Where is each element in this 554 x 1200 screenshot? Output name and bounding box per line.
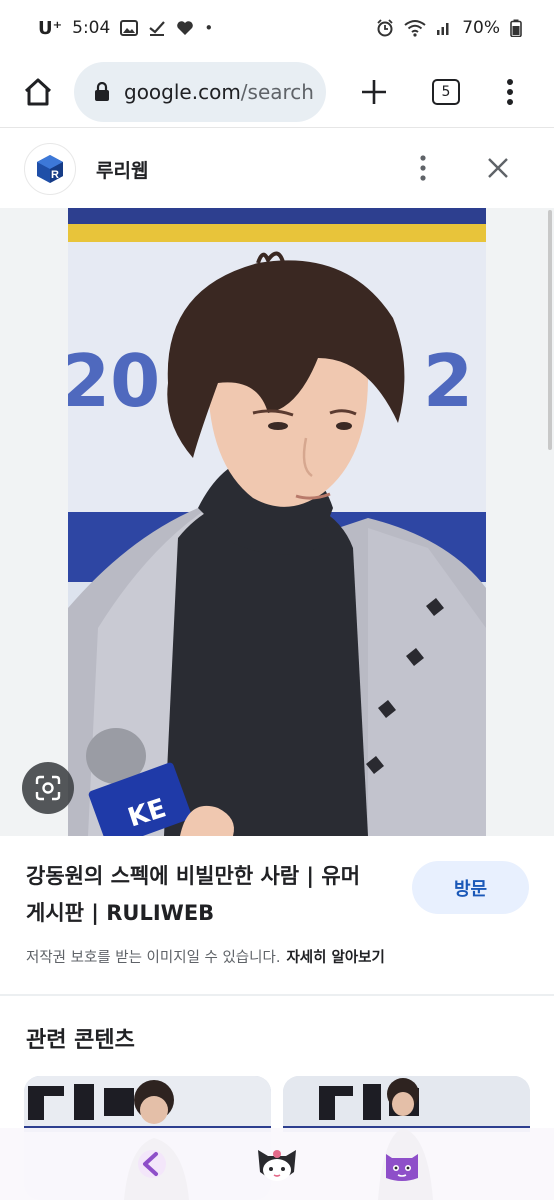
result-title[interactable]: 강동원의 스펙에 비빌만한 사람 | 유머 게시판 | RULIWEB xyxy=(26,858,386,932)
nav-recents-button[interactable] xyxy=(376,1138,428,1190)
ghost-icon xyxy=(385,1154,418,1181)
site-header: R 루리웹 xyxy=(0,130,554,208)
status-right: 70% xyxy=(376,18,522,38)
learn-more-link[interactable]: 자세히 알아보기 xyxy=(286,950,384,966)
browser-menu-button[interactable] xyxy=(488,70,532,114)
signal-icon xyxy=(437,23,449,35)
status-bar: U⁺ 5:04 • 70% xyxy=(0,0,554,56)
site-more-button[interactable] xyxy=(408,148,438,188)
site-name: 루리웹 xyxy=(96,159,149,182)
visit-button[interactable]: 방문 xyxy=(412,861,529,914)
lock-icon xyxy=(95,81,109,101)
copyright-notice: 저작권 보호를 받는 이미지일 수 있습니다. 자세히 알아보기 xyxy=(26,946,385,967)
google-lens-button[interactable] xyxy=(22,762,74,814)
person-photo-illustration: 20 2 KE xyxy=(68,208,486,836)
scrollbar[interactable] xyxy=(548,210,552,450)
wifi-icon xyxy=(404,20,426,37)
check-icon xyxy=(149,21,166,36)
dot-icon: • xyxy=(204,19,214,37)
battery-icon xyxy=(510,19,522,37)
plus-icon xyxy=(362,79,386,104)
preview-photo[interactable]: 20 2 KE xyxy=(68,208,486,836)
url-path: /search xyxy=(240,79,314,104)
nav-back-button[interactable] xyxy=(126,1138,178,1190)
cat-icon xyxy=(257,1150,296,1181)
carrier-label: U⁺ xyxy=(38,17,63,39)
battery-label: 70% xyxy=(462,18,500,38)
banner-text-right: 2 xyxy=(423,339,473,423)
lens-icon xyxy=(35,775,61,801)
more-vert-icon xyxy=(507,78,513,105)
url-text: google.com/search xyxy=(124,80,314,104)
tab-switcher-button[interactable]: 5 xyxy=(424,70,468,114)
time-label: 5:04 xyxy=(72,18,111,38)
image-preview-area: 20 2 KE xyxy=(0,208,554,836)
nav-home-button[interactable] xyxy=(251,1138,303,1190)
url-domain: google.com xyxy=(124,79,241,104)
tabs-icon: 5 xyxy=(432,78,460,105)
status-left: U⁺ 5:04 • xyxy=(38,18,213,39)
section-divider xyxy=(0,994,554,996)
related-heading: 관련 콘텐츠 xyxy=(26,1028,135,1053)
home-icon xyxy=(24,78,52,105)
home-button[interactable] xyxy=(18,72,58,112)
heart-icon xyxy=(177,21,194,35)
browser-toolbar: google.com/search 5 xyxy=(0,56,554,128)
close-button[interactable] xyxy=(478,148,518,188)
back-icon xyxy=(138,1150,167,1178)
alarm-icon xyxy=(377,19,393,37)
cube-logo-icon: R xyxy=(37,155,63,183)
copyright-text: 저작권 보호를 받는 이미지일 수 있습니다. xyxy=(26,950,281,966)
close-icon xyxy=(488,158,508,178)
svg-text:R: R xyxy=(51,169,59,181)
new-tab-button[interactable] xyxy=(352,70,396,114)
url-bar[interactable]: google.com/search xyxy=(74,61,326,122)
bottom-navigation xyxy=(0,1128,554,1200)
banner-text-left: 20 xyxy=(68,339,160,423)
gallery-icon xyxy=(120,20,139,36)
more-vert-icon xyxy=(420,155,426,181)
ruliweb-logo: R xyxy=(24,143,76,195)
